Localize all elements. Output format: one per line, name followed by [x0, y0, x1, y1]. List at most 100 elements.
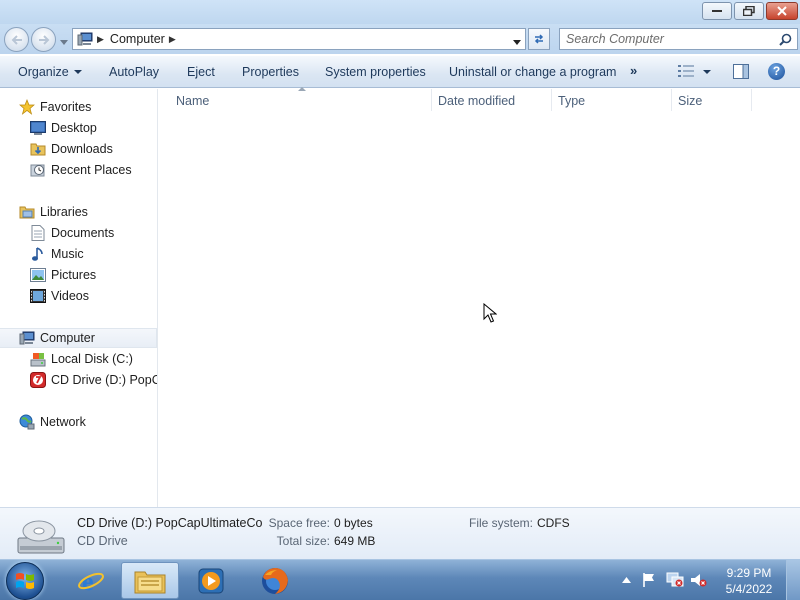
- taskbar-firefox[interactable]: [246, 562, 304, 599]
- organize-button[interactable]: Organize: [18, 65, 82, 79]
- close-button[interactable]: [766, 2, 798, 20]
- more-commands-button[interactable]: »: [630, 63, 637, 78]
- document-icon: [30, 225, 46, 241]
- properties-button[interactable]: Properties: [242, 65, 299, 79]
- system-properties-button[interactable]: System properties: [325, 65, 426, 79]
- help-button[interactable]: ?: [768, 63, 785, 80]
- nav-recent-places-label: Recent Places: [51, 163, 132, 177]
- nav-documents[interactable]: Documents: [30, 223, 114, 243]
- taskbar-internet-explorer[interactable]: e: [62, 562, 120, 599]
- clock-time: 9:29 PM: [726, 566, 772, 580]
- mouse-cursor-icon: [483, 303, 497, 323]
- nav-music[interactable]: Music: [30, 244, 84, 264]
- breadcrumb-arrow-icon[interactable]: ▶: [169, 34, 176, 45]
- computer-icon: [19, 330, 35, 346]
- close-icon: [777, 6, 787, 16]
- videos-icon: [30, 288, 46, 304]
- nav-videos-label: Videos: [51, 289, 89, 303]
- column-header-type[interactable]: Type: [541, 89, 672, 111]
- nav-favorites[interactable]: Favorites: [19, 97, 91, 117]
- nav-cd-drive[interactable]: CD Drive (D:) PopCapUltimateCo: [30, 370, 158, 390]
- change-view-icon[interactable]: [678, 65, 694, 77]
- action-center-flag-icon[interactable]: [642, 572, 656, 588]
- recent-pages-dropdown[interactable]: [60, 34, 68, 48]
- total-size-value: 649 MB: [334, 534, 376, 548]
- command-bar: Organize AutoPlay Eject Properties Syste…: [0, 56, 800, 88]
- star-icon: [19, 99, 35, 115]
- nav-pictures-label: Pictures: [51, 268, 97, 282]
- show-hidden-icons-icon[interactable]: [622, 577, 631, 583]
- libraries-icon: [19, 204, 35, 220]
- address-dropdown[interactable]: [513, 34, 521, 48]
- taskbar-media-player[interactable]: [182, 562, 240, 599]
- taskbar-windows-explorer[interactable]: [121, 562, 179, 599]
- nav-desktop[interactable]: Desktop: [30, 118, 97, 138]
- windows-logo-icon: [16, 573, 34, 589]
- nav-videos[interactable]: Videos: [30, 286, 89, 306]
- nav-local-disk-label: Local Disk (C:): [51, 352, 133, 366]
- search-input[interactable]: [566, 32, 766, 46]
- search-icon[interactable]: [779, 33, 792, 46]
- nav-pictures[interactable]: Pictures: [30, 265, 96, 285]
- chevron-down-icon: [73, 70, 82, 74]
- total-size-label: Total size:: [276, 534, 330, 548]
- eject-button[interactable]: Eject: [187, 65, 215, 79]
- popcap-disc-icon: [30, 372, 46, 388]
- restore-button[interactable]: [734, 2, 764, 20]
- pictures-icon: [30, 267, 46, 283]
- nav-downloads-label: Downloads: [51, 142, 113, 156]
- address-bar[interactable]: ▶ Computer ▶: [72, 28, 526, 50]
- nav-downloads[interactable]: Downloads: [30, 139, 113, 159]
- breadcrumb-computer[interactable]: Computer: [110, 32, 165, 46]
- address-row: ▶ Computer ▶: [0, 24, 800, 54]
- hard-drive-icon: [30, 351, 46, 367]
- network-status-icon[interactable]: [666, 572, 684, 588]
- nav-local-disk[interactable]: Local Disk (C:): [30, 349, 133, 369]
- minimize-icon: [712, 10, 722, 12]
- space-free-label: Space free:: [268, 516, 330, 530]
- autoplay-button[interactable]: AutoPlay: [109, 65, 159, 79]
- nav-favorites-label: Favorites: [40, 100, 92, 114]
- column-header-size[interactable]: Size: [661, 89, 752, 111]
- forward-button[interactable]: [31, 27, 56, 52]
- cd-drive-icon: [17, 520, 65, 554]
- nav-libraries-label: Libraries: [40, 205, 88, 219]
- recent-places-icon: [30, 162, 46, 178]
- file-system-value: CDFS: [537, 516, 570, 530]
- nav-recent-places[interactable]: Recent Places: [30, 160, 132, 180]
- search-box[interactable]: [559, 28, 798, 50]
- preview-pane-icon[interactable]: [733, 64, 749, 79]
- nav-libraries[interactable]: Libraries: [19, 202, 88, 222]
- nav-network[interactable]: Network: [19, 412, 86, 432]
- view-options-dropdown[interactable]: [703, 70, 711, 74]
- back-button[interactable]: [4, 27, 29, 52]
- space-free-value: 0 bytes: [334, 516, 373, 530]
- folder-icon: [134, 571, 166, 593]
- clock[interactable]: 9:29 PM 5/4/2022: [718, 565, 780, 597]
- chevron-down-icon: [513, 40, 521, 45]
- taskbar: e 9:29 PM 5/4/2022: [0, 559, 800, 600]
- refresh-icon: [534, 34, 544, 44]
- refresh-button[interactable]: [528, 28, 550, 50]
- nav-cd-drive-label: CD Drive (D:) PopCapUltimateCo: [51, 373, 158, 387]
- window-controls: [702, 2, 798, 20]
- internet-explorer-icon: e: [78, 567, 104, 595]
- desktop-icon: [30, 120, 46, 136]
- downloads-folder-icon: [30, 141, 46, 157]
- breadcrumb-arrow-icon[interactable]: ▶: [97, 34, 104, 45]
- file-list[interactable]: Name Date modified Type Size: [159, 87, 800, 507]
- nav-documents-label: Documents: [51, 226, 115, 240]
- minimize-button[interactable]: [702, 2, 732, 20]
- uninstall-program-button[interactable]: Uninstall or change a program: [449, 65, 616, 79]
- column-header-date-modified[interactable]: Date modified: [421, 89, 552, 111]
- start-button[interactable]: [6, 562, 44, 600]
- svg-text:e: e: [82, 567, 94, 595]
- navigation-pane: Favorites Desktop Downloads Recent Place…: [0, 89, 158, 507]
- show-desktop-button[interactable]: [786, 560, 800, 600]
- details-pane: CD Drive (D:) PopCapUltimateCo CD Drive …: [0, 507, 800, 559]
- column-header-name[interactable]: Name: [159, 89, 432, 111]
- nav-computer[interactable]: Computer: [0, 328, 157, 348]
- restore-icon: [743, 6, 755, 16]
- volume-muted-icon[interactable]: [690, 572, 708, 588]
- computer-icon: [77, 32, 93, 46]
